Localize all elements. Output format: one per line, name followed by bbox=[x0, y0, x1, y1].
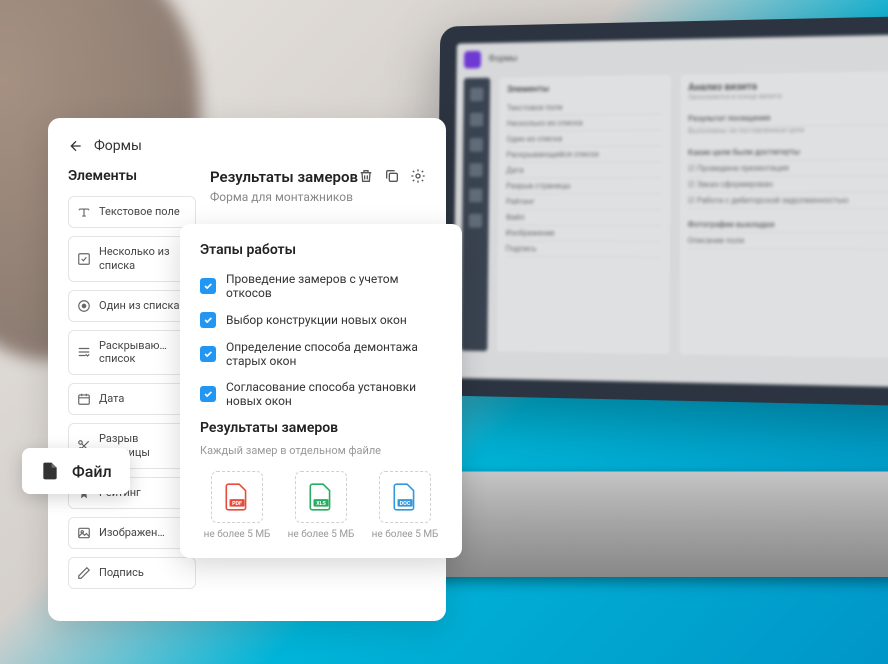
checkbox-checked-icon bbox=[200, 346, 216, 362]
breadcrumb[interactable]: Формы bbox=[48, 138, 446, 168]
stage-checkbox-row[interactable]: Определение способа демонтажа старых око… bbox=[200, 340, 442, 368]
radio-icon bbox=[77, 299, 91, 313]
results-hint: Каждый замер в отдельном файле bbox=[200, 444, 442, 457]
checkbox-checked-icon bbox=[200, 386, 216, 402]
stage-item-label: Определение способа демонтажа старых око… bbox=[226, 340, 442, 368]
element-checkbox-list[interactable]: Несколько из списка bbox=[68, 236, 196, 282]
file-upload-pdf[interactable]: PDF не более 5 МБ bbox=[200, 471, 274, 540]
breadcrumb-label: Формы bbox=[94, 138, 142, 154]
checkbox-checked-icon bbox=[200, 312, 216, 328]
calendar-icon bbox=[77, 392, 91, 406]
stage-checkbox-row[interactable]: Согласование способа установки новых око… bbox=[200, 380, 442, 408]
file-limit-label: не более 5 МБ bbox=[284, 529, 358, 540]
dropdown-icon bbox=[77, 345, 91, 359]
file-badge-label: Файл bbox=[72, 462, 112, 481]
file-upload-xls[interactable]: XLS не более 5 МБ bbox=[284, 471, 358, 540]
image-icon bbox=[77, 526, 91, 540]
stage-card: Этапы работы Проведение замеров с учетом… bbox=[180, 224, 462, 558]
element-date[interactable]: Дата bbox=[68, 383, 196, 415]
form-subtitle: Форма для монтажников bbox=[210, 190, 426, 204]
element-dropdown[interactable]: Раскрываю… список bbox=[68, 330, 196, 376]
back-arrow-icon bbox=[68, 138, 84, 154]
elements-panel: Элементы Текстовое поле Несколько из спи… bbox=[68, 168, 196, 597]
form-title: Результаты замеров bbox=[210, 168, 358, 186]
element-radio-list[interactable]: Один из списка bbox=[68, 290, 196, 322]
checkbox-checked-icon bbox=[200, 278, 216, 294]
gear-icon[interactable] bbox=[410, 168, 426, 184]
stage-item-label: Выбор конструкции новых окон bbox=[226, 313, 407, 327]
copy-icon[interactable] bbox=[384, 168, 400, 184]
file-element-badge[interactable]: Файл bbox=[22, 448, 130, 494]
file-limit-label: не более 5 МБ bbox=[200, 529, 274, 540]
elements-title: Элементы bbox=[68, 168, 196, 184]
element-signature[interactable]: Подпись bbox=[68, 557, 196, 589]
pen-icon bbox=[77, 566, 91, 580]
svg-text:XLS: XLS bbox=[316, 501, 326, 507]
checkbox-icon bbox=[77, 252, 91, 266]
file-upload-doc[interactable]: DOC не более 5 МБ bbox=[368, 471, 442, 540]
stage-item-label: Согласование способа установки новых око… bbox=[226, 380, 442, 408]
text-icon bbox=[77, 205, 91, 219]
file-limit-label: не более 5 МБ bbox=[368, 529, 442, 540]
delete-icon[interactable] bbox=[358, 168, 374, 184]
stage-checkbox-row[interactable]: Проведение замеров с учетом откосов bbox=[200, 272, 442, 300]
results-title: Результаты замеров bbox=[200, 420, 442, 436]
stage-title: Этапы работы bbox=[200, 242, 442, 258]
background-laptop: Формы Элементы Текстовое поле Несколько … bbox=[436, 15, 888, 407]
element-image[interactable]: Изображен… bbox=[68, 517, 196, 549]
stage-item-label: Проведение замеров с учетом откосов bbox=[226, 272, 442, 300]
svg-text:DOC: DOC bbox=[400, 501, 411, 507]
element-text-field[interactable]: Текстовое поле bbox=[68, 196, 196, 228]
file-icon bbox=[40, 460, 60, 482]
stage-checkbox-row[interactable]: Выбор конструкции новых окон bbox=[200, 312, 442, 328]
svg-text:PDF: PDF bbox=[232, 501, 242, 507]
